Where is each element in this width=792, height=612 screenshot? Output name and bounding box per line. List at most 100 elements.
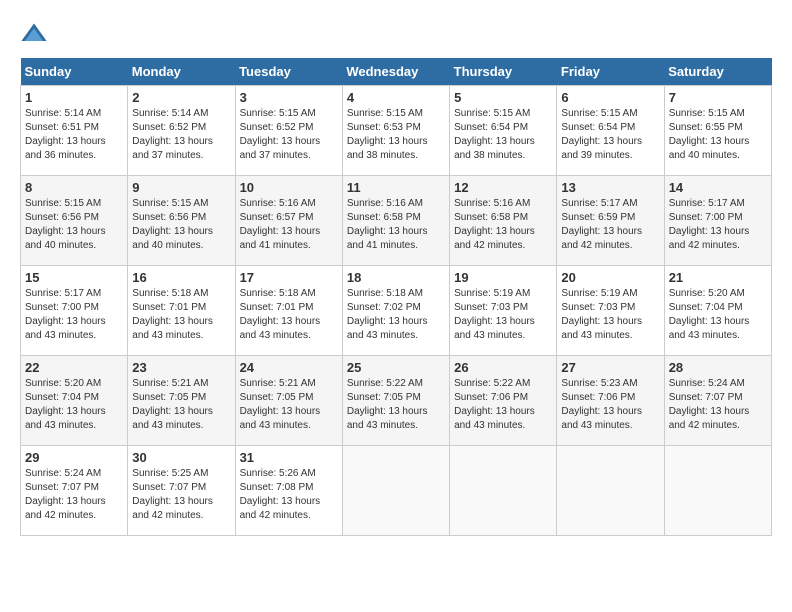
day-info: Sunrise: 5:21 AMSunset: 7:05 PMDaylight:… [132,377,230,433]
day-info-line: and 42 minutes. [561,240,632,251]
day-info-line: Sunrise: 5:16 AM [240,198,316,209]
day-info-line: and 43 minutes. [132,330,203,341]
day-info-line: and 42 minutes. [25,510,96,521]
day-info: Sunrise: 5:16 AMSunset: 6:58 PMDaylight:… [454,197,552,253]
day-info: Sunrise: 5:21 AMSunset: 7:05 PMDaylight:… [240,377,338,433]
day-info: Sunrise: 5:18 AM Sunset: 7:01 PM Daylight:… [240,287,338,343]
day-info-line: Sunrise: 5:21 AM [240,378,316,389]
day-info-line: and 39 minutes. [561,150,632,161]
day-info-line: Daylight: 13 hours [347,136,428,147]
day-info-line: and 42 minutes. [669,420,740,431]
day-number: 16 [132,270,230,285]
day-info: Sunrise: 5:14 AMSunset: 6:51 PMDaylight:… [25,107,123,163]
day-number: 8 [25,180,123,195]
header-cell-tuesday: Tuesday [235,58,342,86]
calendar-cell: 20Sunrise: 5:19 AMSunset: 7:03 PMDayligh… [557,266,664,356]
day-info-line: and 37 minutes. [132,150,203,161]
day-number: 30 [132,450,230,465]
day-number: 26 [454,360,552,375]
week-row-2: 8 Sunrise: 5:15 AMSunset: 6:56 PMDaylight… [21,176,772,266]
day-info-line: Sunset: 6:57 PM [240,212,314,223]
day-info-line: Daylight: 13 hours [132,316,213,327]
day-info-line: Sunrise: 5:18 AM [240,288,316,299]
day-info: Sunrise: 5:19 AMSunset: 7:03 PMDaylight:… [561,287,659,343]
day-info-line: and 38 minutes. [454,150,525,161]
day-info-line: Sunset: 6:58 PM [454,212,528,223]
calendar-cell: 22Sunrise: 5:20 AMSunset: 7:04 PMDayligh… [21,356,128,446]
calendar-cell: 26Sunrise: 5:22 AMSunset: 7:06 PMDayligh… [450,356,557,446]
day-info-line: Sunrise: 5:17 AM [561,198,637,209]
page-header [20,20,772,48]
calendar-cell [450,446,557,536]
day-info-line: Sunset: 7:05 PM [347,392,421,403]
day-number: 28 [669,360,767,375]
day-info-line: Sunset: 6:59 PM [561,212,635,223]
day-info: Sunrise: 5:16 AMSunset: 6:58 PMDaylight:… [347,197,445,253]
day-info-line: Daylight: 13 hours [240,496,321,507]
day-info-line: Sunset: 7:01 PM [240,302,314,313]
calendar-cell [342,446,449,536]
day-info-line: and 42 minutes. [454,240,525,251]
calendar-cell [557,446,664,536]
calendar-cell: 25 Sunrise: 5:22 AMSunset: 7:05 PMDayligh… [342,356,449,446]
day-info-line: Sunrise: 5:24 AM [669,378,745,389]
day-info-line: Daylight: 13 hours [132,496,213,507]
day-number: 22 [25,360,123,375]
calendar-cell: 29Sunrise: 5:24 AMSunset: 7:07 PMDayligh… [21,446,128,536]
day-info-line: Sunrise: 5:21 AM [132,378,208,389]
day-info-line: Daylight: 13 hours [561,406,642,417]
day-info-line: and 43 minutes. [561,330,632,341]
calendar-cell: 18Sunrise: 5:18 AMSunset: 7:02 PMDayligh… [342,266,449,356]
day-info-line: and 41 minutes. [347,240,418,251]
day-info-line: Sunrise: 5:20 AM [25,378,101,389]
day-info-line: Sunset: 7:01 PM [132,302,206,313]
day-number: 13 [561,180,659,195]
day-info: Sunrise: 5:19 AMSunset: 7:03 PMDaylight:… [454,287,552,343]
day-number: 14 [669,180,767,195]
day-info-line: Sunset: 7:03 PM [454,302,528,313]
day-info-line: Sunrise: 5:15 AM [454,108,530,119]
day-info-line: Daylight: 13 hours [25,316,106,327]
day-info-line: Sunset: 7:07 PM [25,482,99,493]
calendar-cell: 3Sunrise: 5:15 AMSunset: 6:52 PMDaylight… [235,86,342,176]
day-info-line: Sunset: 7:02 PM [347,302,421,313]
header-cell-monday: Monday [128,58,235,86]
day-info-line: Sunset: 7:07 PM [132,482,206,493]
day-info-line: Daylight: 13 hours [25,406,106,417]
day-info: Sunrise: 5:24 AMSunset: 7:07 PMDaylight:… [25,467,123,523]
day-info-line: Sunrise: 5:23 AM [561,378,637,389]
calendar-cell: 24Sunrise: 5:21 AMSunset: 7:05 PMDayligh… [235,356,342,446]
day-number: 25 [347,360,445,375]
day-info-line: Sunset: 6:53 PM [347,122,421,133]
day-number: 7 [669,90,767,105]
day-info-line: Daylight: 13 hours [132,136,213,147]
day-info: Sunrise: 5:15 AMSunset: 6:56 PMDaylight:… [132,197,230,253]
day-info: Sunrise: 5:20 AMSunset: 7:04 PMDaylight:… [669,287,767,343]
day-info: Sunrise: 5:15 AMSunset: 6:54 PMDaylight:… [561,107,659,163]
calendar-cell: 31Sunrise: 5:26 AMSunset: 7:08 PMDayligh… [235,446,342,536]
day-number: 10 [240,180,338,195]
day-info: Sunrise: 5:14 AMSunset: 6:52 PMDaylight:… [132,107,230,163]
day-info-line: Daylight: 13 hours [454,316,535,327]
day-info-line: Sunrise: 5:15 AM [25,198,101,209]
day-info-line: Sunrise: 5:22 AM [454,378,530,389]
calendar-cell [664,446,771,536]
day-info: Sunrise: 5:18 AMSunset: 7:02 PMDaylight:… [347,287,445,343]
day-info-line: Sunset: 6:54 PM [561,122,635,133]
header-cell-friday: Friday [557,58,664,86]
day-info-line: and 37 minutes. [240,150,311,161]
day-info-line: Sunrise: 5:15 AM [669,108,745,119]
day-info-line: and 43 minutes. [347,420,418,431]
day-info-line: Sunset: 6:55 PM [669,122,743,133]
calendar-cell: 15Sunrise: 5:17 AMSunset: 7:00 PMDayligh… [21,266,128,356]
day-info-line: Daylight: 13 hours [240,316,321,327]
day-number: 1 [25,90,123,105]
day-info-line: Daylight: 13 hours [454,136,535,147]
day-info-line: Sunset: 7:03 PM [561,302,635,313]
day-info-line: Daylight: 13 hours [240,406,321,417]
day-info: Sunrise: 5:22 AMSunset: 7:05 PMDaylight:… [347,377,445,433]
day-info: Sunrise: 5:23 AMSunset: 7:06 PMDaylight:… [561,377,659,433]
day-info-line: and 40 minutes. [669,150,740,161]
day-info-line: and 43 minutes. [240,420,311,431]
day-info: Sunrise: 5:17 AMSunset: 6:59 PMDaylight:… [561,197,659,253]
